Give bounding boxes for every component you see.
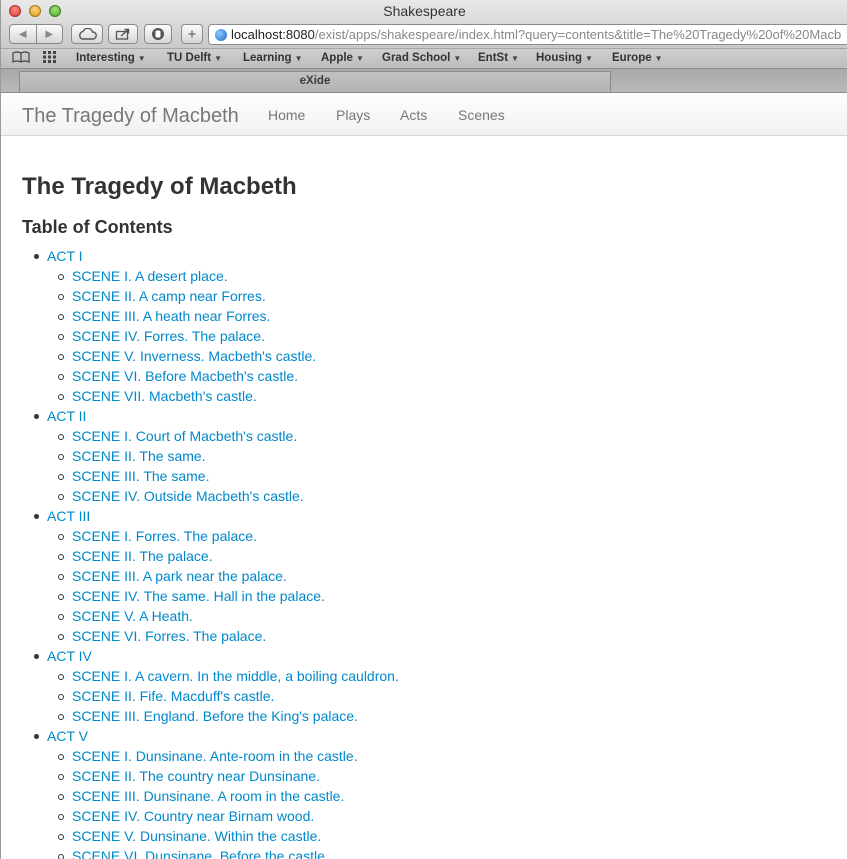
bookmark-folder[interactable]: Learning ▼ xyxy=(243,52,302,64)
scene-link[interactable]: SCENE VI. Dunsinane. Before the castle. xyxy=(1,848,847,859)
window-title: Shakespeare xyxy=(383,3,466,19)
scene-link[interactable]: SCENE III. A heath near Forres. xyxy=(1,308,847,328)
plus-icon: + xyxy=(187,25,197,43)
scene-link[interactable]: SCENE I. Dunsinane. Ante-room in the cas… xyxy=(1,748,847,768)
site-navbar: The Tragedy of Macbeth Home Plays Acts S… xyxy=(1,93,847,136)
nav-link-acts[interactable]: Acts xyxy=(400,107,427,123)
scene-link[interactable]: SCENE I. Court of Macbeth's castle. xyxy=(1,428,847,448)
reading-list-icon[interactable] xyxy=(12,51,30,66)
scene-link[interactable]: SCENE IV. The same. Hall in the palace. xyxy=(1,588,847,608)
tab-bar: eXide xyxy=(1,69,847,93)
url-path: /exist/apps/shakespeare/index.html?query… xyxy=(314,27,842,42)
share-button[interactable] xyxy=(108,24,138,44)
scene-link[interactable]: SCENE III. England. Before the King's pa… xyxy=(1,708,847,728)
scene-link[interactable]: SCENE III. A park near the palace. xyxy=(1,568,847,588)
act-link[interactable]: ACT IV xyxy=(1,648,847,668)
table-of-contents: ACT I SCENE I. A desert place. SCENE II. A… xyxy=(1,248,847,859)
page-content: The Tragedy of Macbeth Table of Contents… xyxy=(1,136,847,859)
chevron-down-icon: ▼ xyxy=(137,54,146,63)
scene-link[interactable]: SCENE VI. Forres. The palace. xyxy=(1,628,847,648)
nav-link-home[interactable]: Home xyxy=(268,107,305,123)
scene-link[interactable]: SCENE I. Forres. The palace. xyxy=(1,528,847,548)
scene-link[interactable]: SCENE V. Inverness. Macbeth's castle. xyxy=(1,348,847,368)
scene-link[interactable]: SCENE V. Dunsinane. Within the castle. xyxy=(1,828,847,848)
chevron-down-icon: ▼ xyxy=(214,54,223,63)
back-icon[interactable]: ◀ xyxy=(10,25,36,43)
forward-icon[interactable]: ▶ xyxy=(35,25,63,43)
bookmark-folder[interactable]: TU Delft ▼ xyxy=(167,52,222,64)
bookmark-folder[interactable]: Apple ▼ xyxy=(321,52,364,64)
scene-link[interactable]: SCENE IV. Outside Macbeth's castle. xyxy=(1,488,847,508)
chevron-down-icon: ▼ xyxy=(511,54,519,63)
nav-link-plays[interactable]: Plays xyxy=(336,107,370,123)
navbar-brand[interactable]: The Tragedy of Macbeth xyxy=(22,105,239,128)
address-bar[interactable]: localhost:8080/exist/apps/shakespeare/in… xyxy=(208,24,847,45)
new-tab-button[interactable]: + xyxy=(181,24,203,44)
nav-link-scenes[interactable]: Scenes xyxy=(458,107,505,123)
bookmark-folder[interactable]: EntSt ▼ xyxy=(478,52,519,64)
scene-link[interactable]: SCENE III. Dunsinane. A room in the cast… xyxy=(1,788,847,808)
extension-button[interactable] xyxy=(144,24,172,44)
hand-stop-icon xyxy=(152,28,164,40)
bookmark-folder[interactable]: Interesting ▼ xyxy=(76,52,146,64)
scene-link[interactable]: SCENE II. A camp near Forres. xyxy=(1,288,847,308)
scene-link[interactable]: SCENE II. The palace. xyxy=(1,548,847,568)
act-link[interactable]: ACT V xyxy=(1,728,847,748)
scene-link[interactable]: SCENE II. The same. xyxy=(1,448,847,468)
scene-link[interactable]: SCENE III. The same. xyxy=(1,468,847,488)
bookmark-folder[interactable]: Grad School ▼ xyxy=(382,52,461,64)
top-sites-icon[interactable] xyxy=(43,51,57,66)
bookmarks-bar: Interesting ▼ TU Delft ▼ Learning ▼ Apple ▼ … xyxy=(1,48,847,69)
title-bar: Shakespeare ◀ ▶ + localhost:8080/exist/a… xyxy=(1,0,847,48)
scene-link[interactable]: SCENE II. The country near Dunsinane. xyxy=(1,768,847,788)
browser-window: Shakespeare ◀ ▶ + localhost:8080/exist/a… xyxy=(0,0,847,859)
bookmark-folder[interactable]: Europe ▼ xyxy=(612,52,663,64)
act-link[interactable]: ACT I xyxy=(1,248,847,268)
globe-icon xyxy=(215,29,227,41)
scene-link[interactable]: SCENE IV. Forres. The palace. xyxy=(1,328,847,348)
chevron-down-icon: ▼ xyxy=(453,54,462,63)
scene-link[interactable]: SCENE VII. Macbeth's castle. xyxy=(1,388,847,408)
chevron-down-icon: ▼ xyxy=(294,54,303,63)
bookmark-folder[interactable]: Housing ▼ xyxy=(536,52,593,64)
page-title: The Tragedy of Macbeth xyxy=(22,173,297,200)
icloud-button[interactable] xyxy=(71,24,103,44)
chevron-down-icon: ▼ xyxy=(355,54,364,63)
tab-exide[interactable]: eXide xyxy=(19,71,611,92)
scene-link[interactable]: SCENE I. A cavern. In the middle, a boil… xyxy=(1,668,847,688)
url-host: localhost:8080 xyxy=(231,27,315,42)
act-link[interactable]: ACT II xyxy=(1,408,847,428)
chevron-down-icon: ▼ xyxy=(654,54,663,63)
scene-link[interactable]: SCENE II. Fife. Macduff's castle. xyxy=(1,688,847,708)
share-icon xyxy=(115,28,130,40)
chevron-down-icon: ▼ xyxy=(585,54,593,63)
scene-link[interactable]: SCENE VI. Before Macbeth's castle. xyxy=(1,368,847,388)
scene-link[interactable]: SCENE V. A Heath. xyxy=(1,608,847,628)
scene-link[interactable]: SCENE IV. Country near Birnam wood. xyxy=(1,808,847,828)
scene-link[interactable]: SCENE I. A desert place. xyxy=(1,268,847,288)
toc-heading: Table of Contents xyxy=(22,217,173,237)
cloud-icon xyxy=(79,28,97,40)
history-buttons: ◀ ▶ xyxy=(9,24,63,44)
act-link[interactable]: ACT III xyxy=(1,508,847,528)
